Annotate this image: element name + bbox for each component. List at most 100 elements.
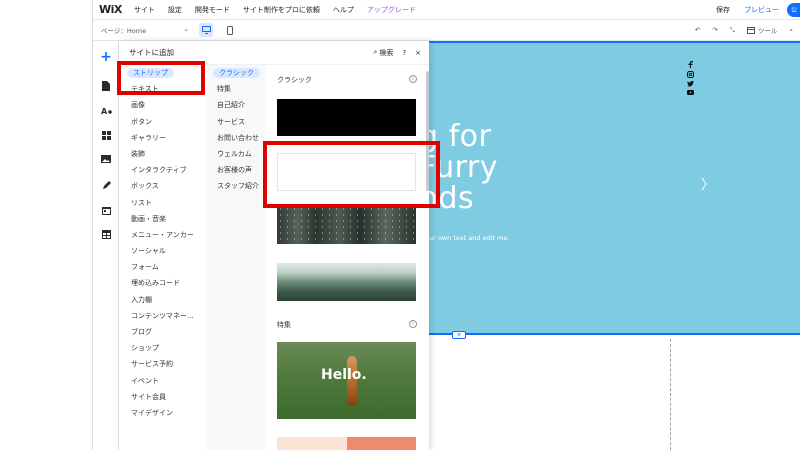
mobile-view-button[interactable] bbox=[223, 23, 237, 37]
strip-thumb-coral[interactable] bbox=[277, 437, 416, 450]
category-item[interactable]: サービス予約 bbox=[119, 356, 207, 372]
zoom-out-icon[interactable]: ⤡ bbox=[730, 26, 735, 35]
category-label: ソーシャル bbox=[131, 247, 166, 256]
pages-icon[interactable] bbox=[99, 79, 113, 93]
category-item[interactable]: サイト会員 bbox=[119, 389, 207, 405]
youtube-icon[interactable] bbox=[686, 90, 694, 95]
category-label: 装飾 bbox=[131, 149, 145, 158]
twitter-icon[interactable] bbox=[686, 81, 694, 87]
calendar-icon[interactable] bbox=[99, 203, 113, 217]
subcategory-item[interactable]: お客様の声 bbox=[207, 162, 265, 178]
table-icon[interactable] bbox=[99, 227, 113, 241]
info-icon[interactable]: i bbox=[409, 320, 417, 328]
add-panel: サイトに追加 ⌕ 検索 ? × ストリップ テキスト 画像 ボタン ギャラリー … bbox=[119, 41, 429, 450]
category-label: ショップ bbox=[131, 344, 159, 353]
category-label: インタラクティブ bbox=[131, 166, 187, 175]
desktop-view-button[interactable] bbox=[199, 23, 213, 37]
undo-icon[interactable]: ↶ bbox=[695, 26, 700, 34]
panel-search-label: 検索 bbox=[379, 48, 394, 57]
subcategory-item-classic[interactable]: クラシック bbox=[207, 65, 265, 81]
category-item[interactable]: マイデザイン bbox=[119, 405, 207, 421]
category-item[interactable]: 装飾 bbox=[119, 146, 207, 162]
category-item[interactable]: 埋め込みコード bbox=[119, 275, 207, 291]
nav-upgrade[interactable]: アップグレード bbox=[367, 5, 416, 15]
category-item[interactable]: ボタン bbox=[119, 114, 207, 130]
category-item[interactable]: ブログ bbox=[119, 324, 207, 340]
category-label: サービス予約 bbox=[131, 360, 173, 369]
nav-dev-mode[interactable]: 開発モード bbox=[195, 5, 230, 15]
category-item[interactable]: フォーム bbox=[119, 259, 207, 275]
nav-help[interactable]: ヘルプ bbox=[333, 5, 354, 15]
save-button[interactable]: 保存 bbox=[716, 5, 730, 15]
theme-icon[interactable]: A bbox=[99, 103, 113, 117]
subcategory-item[interactable]: スタッフ紹介 bbox=[207, 178, 265, 194]
tools-label: ツール bbox=[757, 27, 778, 35]
category-item[interactable]: ボックス bbox=[119, 178, 207, 194]
subcategory-label: サービス bbox=[217, 117, 245, 126]
category-item[interactable]: イベント bbox=[119, 373, 207, 389]
category-label: ボタン bbox=[131, 117, 152, 126]
chevron-down-icon: ⌄ bbox=[183, 25, 189, 33]
preview-button[interactable]: プレビュー bbox=[744, 5, 779, 15]
info-icon[interactable]: i bbox=[409, 75, 417, 83]
add-panel-actions: ⌕ 検索 ? × bbox=[373, 48, 421, 58]
category-item[interactable]: コンテンツマネー... bbox=[119, 308, 207, 324]
category-list: ストリップ テキスト 画像 ボタン ギャラリー 装飾 インタラクティブ ボックス… bbox=[119, 65, 207, 450]
subcategory-list: クラシック 特集 自己紹介 サービス お問い合わせ ウェルカム お客様の声 スタ… bbox=[207, 65, 265, 450]
hello-text: Hello. bbox=[321, 367, 367, 383]
page-select[interactable]: ページ：Home ⌄ bbox=[101, 25, 189, 35]
page-select-label: ページ：Home bbox=[101, 27, 147, 35]
category-item[interactable]: メニュー・アンカー bbox=[119, 227, 207, 243]
category-item[interactable]: リスト bbox=[119, 195, 207, 211]
editor-toolbar: ページ：Home ⌄ ↶ ↷ ⤡ ツール ⌕ bbox=[93, 20, 800, 41]
category-item[interactable]: 動画・音楽 bbox=[119, 211, 207, 227]
panel-search-button[interactable]: ⌕ 検索 bbox=[373, 48, 393, 58]
top-bar: WiX サイト 設定 開発モード サイト制作をプロに依頼 ヘルプ アップグレード… bbox=[93, 0, 800, 20]
wix-logo[interactable]: WiX bbox=[99, 3, 122, 16]
category-label: フォーム bbox=[131, 263, 159, 272]
nav-hire-pro[interactable]: サイト制作をプロに依頼 bbox=[243, 5, 320, 15]
subcategory-item[interactable]: 特集 bbox=[207, 81, 265, 97]
publish-button[interactable]: 公 bbox=[787, 2, 800, 17]
close-icon[interactable]: × bbox=[415, 49, 421, 57]
apps-icon[interactable] bbox=[99, 128, 113, 142]
redo-icon[interactable]: ↷ bbox=[712, 26, 717, 34]
section-title: クラシック bbox=[277, 76, 312, 84]
strip-thumb-forest[interactable] bbox=[277, 206, 416, 244]
subcategory-item[interactable]: 自己紹介 bbox=[207, 97, 265, 113]
subcategory-label: 特集 bbox=[217, 85, 231, 94]
help-icon[interactable]: ? bbox=[402, 49, 406, 57]
left-rail: + A bbox=[93, 41, 119, 450]
svg-text:A: A bbox=[101, 107, 108, 115]
subcategory-label: 自己紹介 bbox=[217, 101, 245, 110]
strip-thumb-black[interactable] bbox=[277, 99, 416, 136]
chevron-right-icon[interactable] bbox=[701, 177, 707, 191]
category-item[interactable]: 入力欄 bbox=[119, 292, 207, 308]
category-item[interactable]: インタラクティブ bbox=[119, 162, 207, 178]
category-item[interactable]: ギャラリー bbox=[119, 130, 207, 146]
nav-settings[interactable]: 設定 bbox=[168, 5, 182, 15]
toolbar-right: ↶ ↷ ⤡ ツール ⌕ bbox=[695, 25, 793, 36]
add-elements-icon[interactable]: + bbox=[99, 49, 113, 65]
category-item[interactable]: ソーシャル bbox=[119, 243, 207, 259]
strip-resize-handle[interactable]: ≡ bbox=[452, 331, 466, 339]
tools-button[interactable]: ツール bbox=[746, 25, 778, 35]
facebook-icon[interactable] bbox=[688, 61, 693, 68]
category-label: ギャラリー bbox=[131, 133, 166, 142]
search-icon[interactable]: ⌕ bbox=[789, 26, 793, 35]
subcategory-item[interactable]: お問い合わせ bbox=[207, 130, 265, 146]
category-label: コンテンツマネー... bbox=[131, 311, 194, 320]
strip-thumb-mountains[interactable] bbox=[277, 263, 416, 301]
hero-subtitle[interactable]: our own text and edit me. bbox=[425, 234, 509, 242]
subcategory-item[interactable]: サービス bbox=[207, 114, 265, 130]
strip-thumb-hello[interactable]: Hello. bbox=[277, 342, 416, 419]
category-label: メニュー・アンカー bbox=[131, 230, 194, 239]
category-item[interactable]: 画像 bbox=[119, 97, 207, 113]
instagram-icon[interactable] bbox=[686, 71, 694, 78]
media-icon[interactable] bbox=[99, 152, 113, 166]
pen-icon[interactable] bbox=[99, 178, 113, 192]
nav-site[interactable]: サイト bbox=[134, 5, 155, 15]
subcategory-item[interactable]: ウェルカム bbox=[207, 146, 265, 162]
category-label: 動画・音楽 bbox=[131, 214, 166, 223]
category-item[interactable]: ショップ bbox=[119, 340, 207, 356]
